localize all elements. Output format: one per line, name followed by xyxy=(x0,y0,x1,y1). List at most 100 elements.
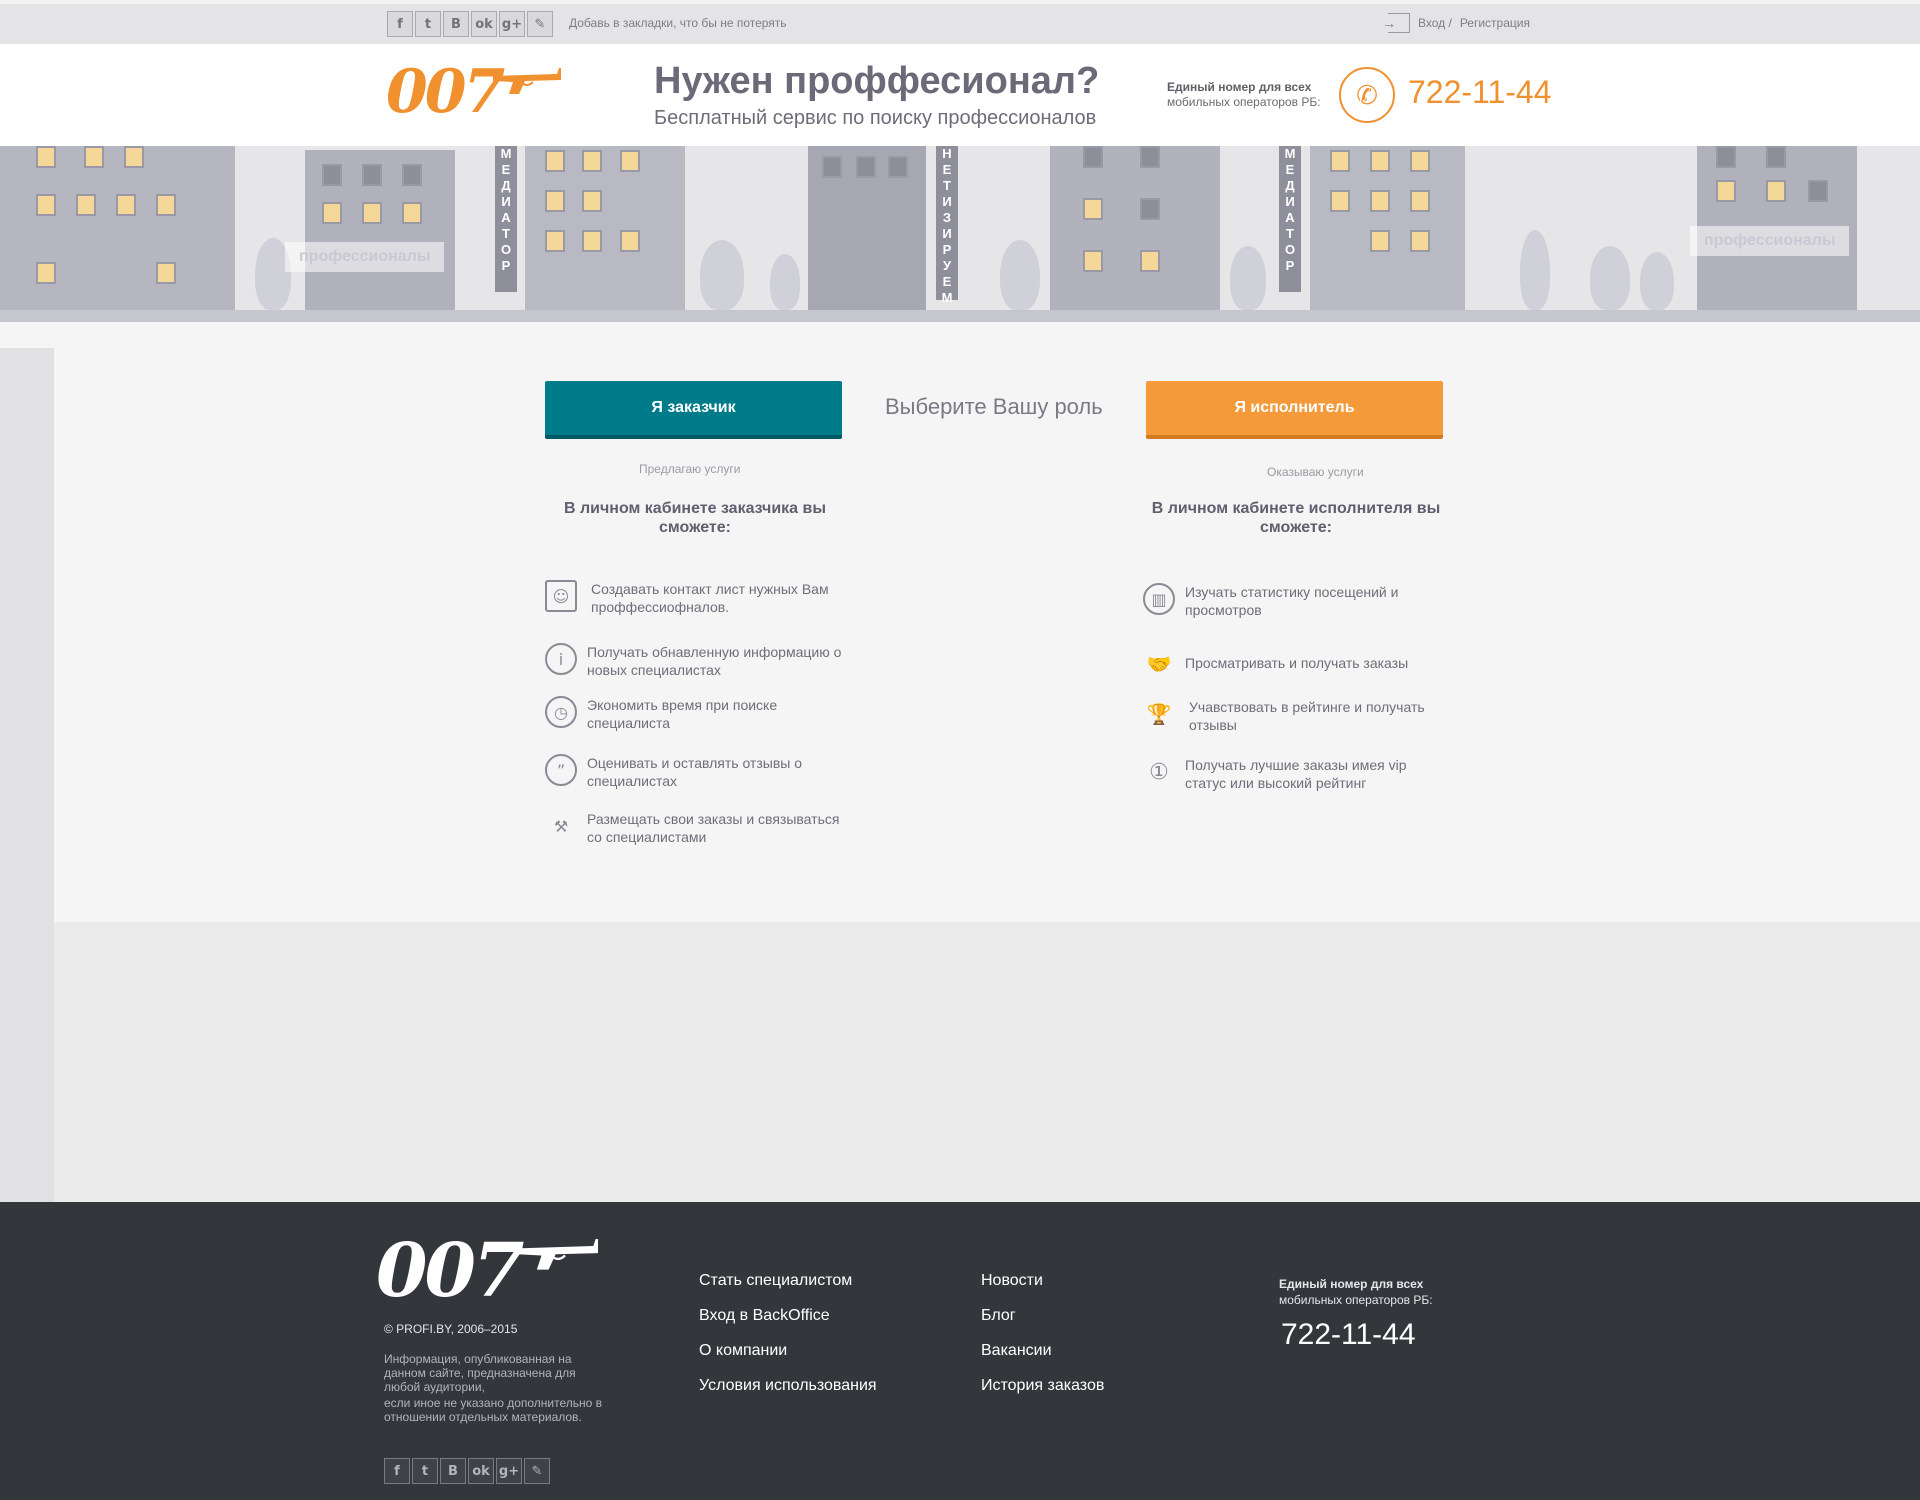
tree xyxy=(770,254,800,310)
footer-link-become-specialist[interactable]: Стать специалистом xyxy=(699,1272,877,1290)
executor-role-button[interactable]: Я исполнитель xyxy=(1146,381,1443,439)
window xyxy=(620,230,640,252)
window xyxy=(620,150,640,172)
disclaimer-line: если иное не указано дополнительно в отн… xyxy=(384,1396,603,1424)
footer-phone-label: Единый номер для всех мобильных оператор… xyxy=(1279,1276,1433,1308)
footer-phone-number[interactable]: 722-11-44 xyxy=(1281,1318,1416,1352)
window xyxy=(36,194,56,216)
window xyxy=(124,146,144,168)
choose-role-label: Выберите Вашу роль xyxy=(885,394,1103,419)
window xyxy=(1410,190,1430,212)
login-icon xyxy=(1382,13,1410,33)
customer-role-button[interactable]: Я заказчик xyxy=(545,381,842,439)
twitter-icon[interactable]: t xyxy=(415,11,441,37)
vk-icon[interactable]: B xyxy=(440,1458,466,1484)
footer-link-news[interactable]: Новости xyxy=(981,1272,1104,1290)
feature-text: Экономить время при поиске специалиста xyxy=(587,697,778,731)
customer-feature: ⚒ Размещать свои заказы и связываться со… xyxy=(545,810,845,846)
window xyxy=(1083,198,1103,220)
feature-text: Получать обнавленную информацию о новых … xyxy=(587,644,842,678)
window xyxy=(322,202,342,224)
twitter-icon[interactable]: t xyxy=(412,1458,438,1484)
window xyxy=(116,194,136,216)
copyright: © PROFI.BY, 2006–2015 xyxy=(384,1322,518,1336)
executor-feature: 🤝 Просматривать и получать заказы xyxy=(1143,648,1443,680)
footer-link-about[interactable]: О компании xyxy=(699,1342,877,1360)
sign-mediator: МЕДИАТОР xyxy=(495,146,517,292)
footer-links-col1: Стать специалистом Вход в BackOffice О к… xyxy=(699,1272,877,1395)
phone-label-line2: мобильных операторов РБ: xyxy=(1167,95,1321,109)
footer-link-backoffice[interactable]: Вход в BackOffice xyxy=(699,1307,877,1325)
customer-feature: ☺ Создавать контакт лист нужных Вам проф… xyxy=(545,580,845,616)
window xyxy=(1766,146,1786,168)
ghost-label: профессионалы xyxy=(285,242,445,272)
login-link[interactable]: Вход / xyxy=(1418,16,1452,30)
window xyxy=(856,156,876,178)
window xyxy=(362,164,382,186)
window xyxy=(36,146,56,168)
odnoklassniki-icon[interactable]: ok xyxy=(471,11,497,37)
window xyxy=(545,230,565,252)
window xyxy=(1716,146,1736,168)
facebook-icon[interactable]: f xyxy=(387,11,413,37)
window xyxy=(582,190,602,212)
stats-bubble-icon: ▥ xyxy=(1143,583,1175,615)
livejournal-icon[interactable]: ✎ xyxy=(527,11,553,37)
window xyxy=(76,194,96,216)
tree xyxy=(700,240,744,310)
top-social-links: f t B ok g+ ✎ xyxy=(387,11,553,37)
window xyxy=(582,230,602,252)
window xyxy=(1083,250,1103,272)
window xyxy=(1330,150,1350,172)
footer-link-order-history[interactable]: История заказов xyxy=(981,1377,1104,1395)
window xyxy=(156,262,176,284)
window xyxy=(156,194,176,216)
window xyxy=(1808,180,1828,202)
google-plus-icon[interactable]: g+ xyxy=(496,1458,522,1484)
clock-icon: ◷ xyxy=(545,696,577,728)
page-title: Нужен проффесионал? xyxy=(654,60,1100,102)
footer-link-terms[interactable]: Условия использования xyxy=(699,1377,877,1395)
phone-icon: ✆ xyxy=(1339,67,1395,123)
disclaimer-line: Информация, опубликованная на данном сай… xyxy=(384,1352,576,1394)
window xyxy=(322,164,342,186)
facebook-icon[interactable]: f xyxy=(384,1458,410,1484)
gun-icon xyxy=(493,68,561,94)
phone-label-line1: Единый номер для всех xyxy=(1167,80,1312,94)
window xyxy=(36,262,56,284)
feature-text: Оценивать и оставлять отзывы о специалис… xyxy=(587,755,802,789)
hammer-icon: ⚒ xyxy=(553,816,569,836)
tree xyxy=(1230,246,1266,310)
left-edge-bar xyxy=(0,348,54,1202)
executor-feature: ▥ Изучать статистику посещений и просмот… xyxy=(1143,583,1443,619)
odnoklassniki-icon[interactable]: ok xyxy=(468,1458,494,1484)
ghost-label: профессионалы xyxy=(1690,226,1850,256)
footer-link-vacancies[interactable]: Вакансии xyxy=(981,1342,1104,1360)
customer-feature: i Получать обнавленную информацию о новы… xyxy=(545,643,845,679)
footer-phone-label-line1: Единый номер для всех xyxy=(1279,1277,1424,1291)
window xyxy=(1140,250,1160,272)
footer-logo[interactable]: 007 xyxy=(376,1234,606,1308)
bookmark-hint[interactable]: Добавь в закладки, что бы не потерять xyxy=(569,16,787,30)
tree xyxy=(1000,240,1040,310)
footer-links-col2: Новости Блог Вакансии История заказов xyxy=(981,1272,1104,1395)
tree xyxy=(1520,230,1550,310)
window xyxy=(1766,180,1786,202)
livejournal-icon[interactable]: ✎ xyxy=(524,1458,550,1484)
window xyxy=(1716,180,1736,202)
footer-phone-label-line2: мобильных операторов РБ: xyxy=(1279,1293,1433,1307)
register-link[interactable]: Регистрация xyxy=(1460,16,1530,30)
tree xyxy=(1590,246,1630,310)
contact-book-icon: ☺ xyxy=(545,580,577,612)
logo[interactable]: 007 xyxy=(386,62,562,122)
executor-subtitle: Оказываю услуги xyxy=(1267,465,1364,479)
window xyxy=(888,156,908,178)
quote-bubble-icon: ” xyxy=(545,754,577,786)
vk-icon[interactable]: B xyxy=(443,11,469,37)
footer-link-blog[interactable]: Блог xyxy=(981,1307,1104,1325)
executor-feature: 🏆 Учавствовать в рейтинге и получать отз… xyxy=(1143,698,1443,734)
window xyxy=(1330,190,1350,212)
empty-area xyxy=(0,922,1920,1202)
phone-number[interactable]: 722-11-44 xyxy=(1408,74,1552,111)
google-plus-icon[interactable]: g+ xyxy=(499,11,525,37)
